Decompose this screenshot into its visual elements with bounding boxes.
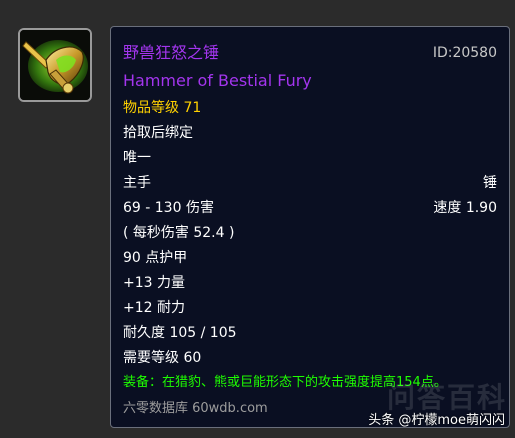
item-name-cn: 野兽狂怒之锤 (123, 43, 220, 62)
weapon-speed: 速度 1.90 (433, 200, 497, 216)
durability-value: 耐久度 105 / 105 (123, 325, 237, 341)
armor-row: 90 点护甲 (123, 248, 497, 268)
item-level: 物品等级 71 (123, 100, 202, 116)
weapon-type: 锤 (483, 175, 497, 191)
bind-row: 拾取后绑定 (123, 123, 497, 143)
item-name-en: Hammer of Bestial Fury (123, 71, 312, 90)
strength-row: +13 力量 (123, 273, 497, 293)
damage-row: 69 - 130 伤害 速度 1.90 (123, 198, 497, 218)
source-link[interactable]: 六零数据库 60wdb.com (123, 399, 268, 419)
item-icon (18, 28, 92, 102)
slot-row: 主手 锤 (123, 173, 497, 193)
required-level: 需要等级 60 (123, 350, 202, 366)
unique-row: 唯一 (123, 148, 497, 168)
item-level-row: 物品等级 71 (123, 98, 497, 118)
stamina-stat: +12 耐力 (123, 300, 185, 316)
watermark: 头条 @柠檬moe萌闪闪 (368, 413, 505, 428)
armor-value: 90 点护甲 (123, 250, 188, 266)
title-row: 野兽狂怒之锤 ID:20580 (123, 43, 497, 63)
hammer-icon (20, 30, 90, 100)
dps-value: ( 每秒伤害 52.4 ) (123, 225, 235, 241)
damage-range: 69 - 130 伤害 (123, 200, 214, 216)
strength-stat: +13 力量 (123, 275, 185, 291)
unique-label: 唯一 (123, 150, 151, 166)
stamina-row: +12 耐力 (123, 298, 497, 318)
item-id: ID:20580 (432, 45, 497, 61)
dps-row: ( 每秒伤害 52.4 ) (123, 223, 497, 243)
title-en-row: Hammer of Bestial Fury (123, 71, 497, 91)
slot-label: 主手 (123, 175, 151, 191)
durability-row: 耐久度 105 / 105 (123, 323, 497, 343)
bind-type: 拾取后绑定 (123, 125, 193, 141)
required-level-row: 需要等级 60 (123, 348, 497, 368)
item-tooltip: 野兽狂怒之锤 ID:20580 Hammer of Bestial Fury 物… (110, 26, 510, 428)
